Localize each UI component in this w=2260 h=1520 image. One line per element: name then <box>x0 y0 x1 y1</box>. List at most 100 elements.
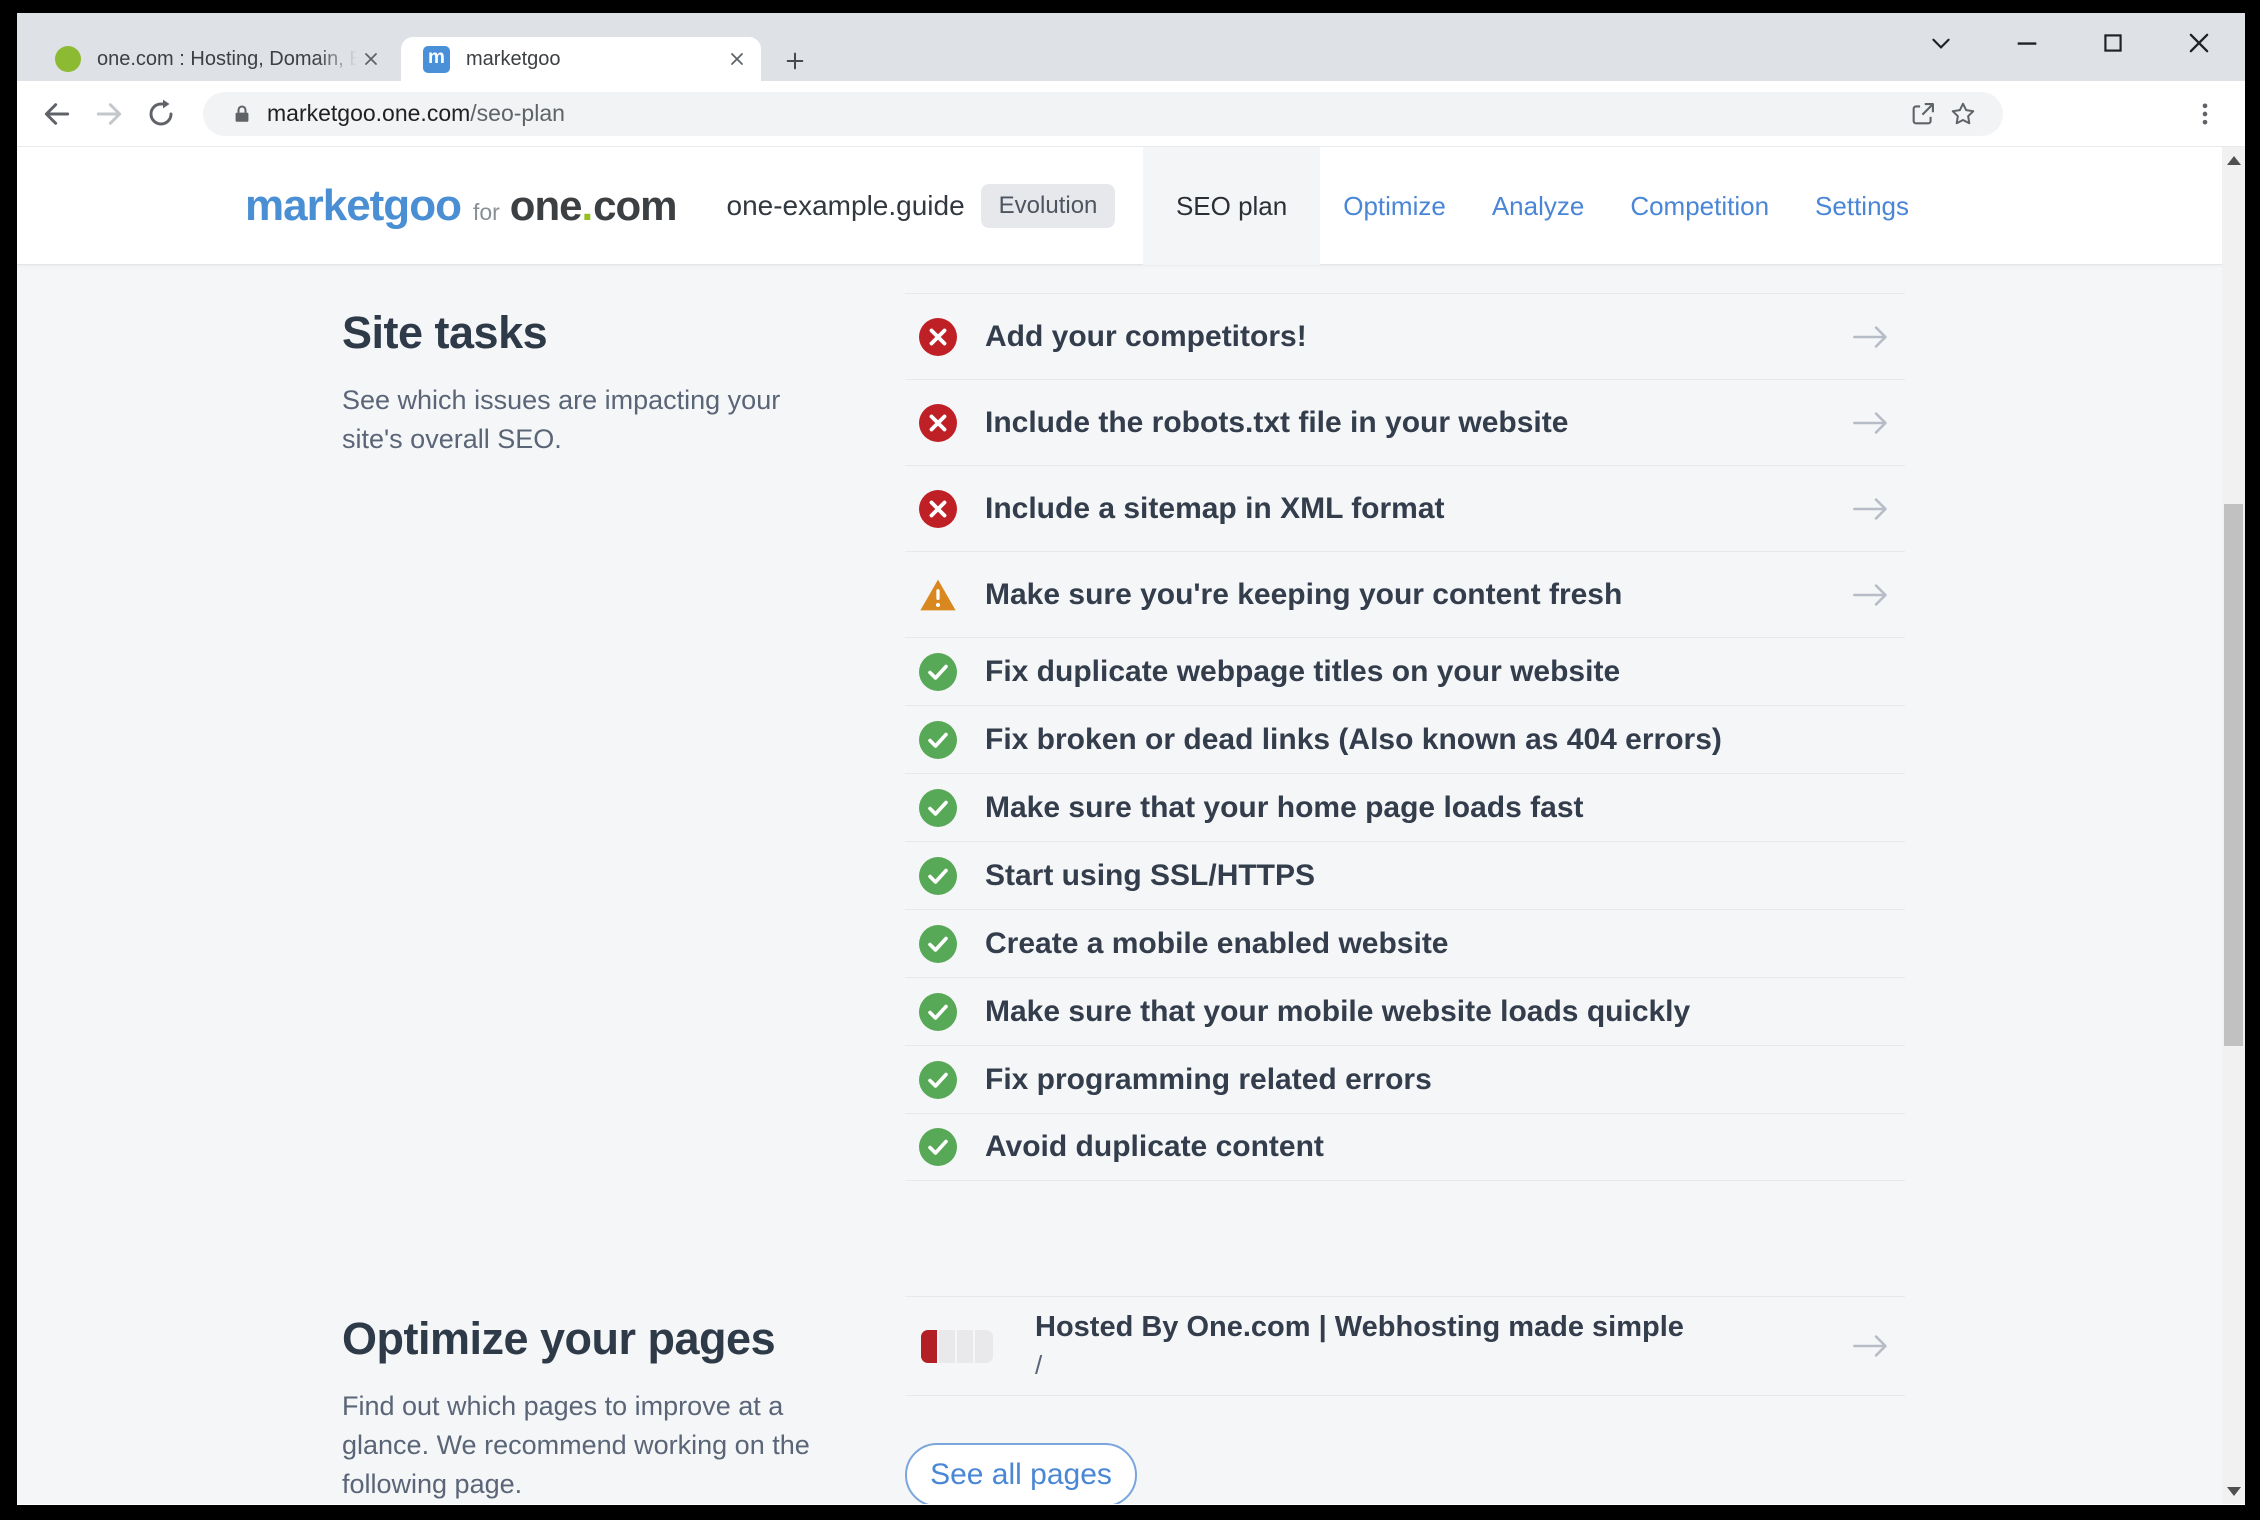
task-row[interactable]: Add your competitors! <box>905 293 1905 379</box>
check-icon <box>919 721 957 759</box>
task-label: Add your competitors! <box>985 320 1851 354</box>
check-icon <box>919 857 957 895</box>
task-row[interactable]: Include a sitemap in XML format <box>905 465 1905 551</box>
task-row: Fix broken or dead links (Also known as … <box>905 705 1905 773</box>
task-label: Include a sitemap in XML format <box>985 492 1851 526</box>
warning-icon <box>919 576 957 614</box>
arrow-right-icon[interactable] <box>1851 409 1891 437</box>
bookmark-star-icon[interactable] <box>1943 94 1983 134</box>
page-scrollbar[interactable] <box>2222 147 2245 1504</box>
back-button[interactable] <box>35 92 79 136</box>
nav-settings[interactable]: Settings <box>1792 147 1932 265</box>
browser-toolbar: marketgoo.one.com/seo-plan <box>17 81 2245 147</box>
see-all-pages-button[interactable]: See all pages <box>905 1443 1137 1504</box>
task-label: Make sure that your home page loads fast <box>985 791 1905 825</box>
scroll-up-icon[interactable] <box>2222 147 2245 173</box>
scrollbar-thumb[interactable] <box>2224 504 2243 1046</box>
maximize-button[interactable] <box>2093 23 2133 63</box>
tab-search-chevron-icon[interactable] <box>1921 23 1961 63</box>
site-tasks-list: Add your competitors! Include the robots.… <box>905 293 1905 1181</box>
score-segment <box>957 1330 975 1363</box>
page-path: / <box>1035 1350 1851 1381</box>
page-content: marketgoo for one.com one-example.guide … <box>17 147 2245 1504</box>
tab-close-icon[interactable] <box>357 45 385 73</box>
share-icon[interactable] <box>1903 94 1943 134</box>
site-name: one-example.guide <box>727 190 965 222</box>
pages-list: Hosted By One.com | Webhosting made simp… <box>905 1296 1905 1396</box>
error-icon <box>919 404 957 442</box>
tab-title: marketgoo <box>466 48 723 71</box>
task-label: Create a mobile enabled website <box>985 927 1905 961</box>
task-row: Make sure that your mobile website loads… <box>905 977 1905 1045</box>
tab-strip: one.com : Hosting, Domain, Emai m market… <box>17 13 2245 81</box>
task-label: Make sure that your mobile website loads… <box>985 995 1905 1029</box>
score-segment <box>921 1330 939 1363</box>
error-icon <box>919 490 957 528</box>
browser-window: one.com : Hosting, Domain, Emai m market… <box>17 13 2245 1505</box>
section-title: Optimize your pages <box>342 1313 852 1365</box>
task-label: Include the robots.txt file in your webs… <box>985 406 1851 440</box>
marketgoo-favicon-icon: m <box>423 46 450 73</box>
task-row: Create a mobile enabled website <box>905 909 1905 977</box>
site-tasks-description: Site tasks See which issues are impactin… <box>342 307 812 459</box>
score-segment <box>975 1330 993 1363</box>
arrow-right-icon[interactable] <box>1851 495 1891 523</box>
score-segment <box>939 1330 957 1363</box>
task-label: Start using SSL/HTTPS <box>985 859 1905 893</box>
arrow-right-icon[interactable] <box>1851 323 1891 351</box>
task-row: Fix programming related errors <box>905 1045 1905 1113</box>
task-row: Start using SSL/HTTPS <box>905 841 1905 909</box>
task-label: Avoid duplicate content <box>985 1130 1905 1164</box>
url-bar[interactable]: marketgoo.one.com/seo-plan <box>203 92 2003 136</box>
task-label: Fix duplicate webpage titles on your web… <box>985 655 1905 689</box>
check-icon <box>919 789 957 827</box>
arrow-right-icon[interactable] <box>1851 1332 1891 1360</box>
check-icon <box>919 925 957 963</box>
page-row[interactable]: Hosted By One.com | Webhosting made simp… <box>905 1296 1905 1396</box>
marketgoo-logo-text: marketgoo <box>245 181 461 231</box>
task-row[interactable]: Include the robots.txt file in your webs… <box>905 379 1905 465</box>
check-icon <box>919 1128 957 1166</box>
nav-analyze[interactable]: Analyze <box>1469 147 1608 265</box>
tab-marketgoo[interactable]: m marketgoo <box>401 37 761 81</box>
section-subtitle: Find out which pages to improve at a gla… <box>342 1387 852 1504</box>
plan-badge: Evolution <box>981 184 1116 228</box>
window-controls <box>1921 13 2235 73</box>
tab-onecom[interactable]: one.com : Hosting, Domain, Emai <box>33 37 395 81</box>
forward-button[interactable] <box>87 92 131 136</box>
error-icon <box>919 318 957 356</box>
check-icon <box>919 993 957 1031</box>
close-window-button[interactable] <box>2179 23 2219 63</box>
browser-menu-icon[interactable] <box>2185 94 2225 134</box>
new-tab-button[interactable] <box>779 45 811 77</box>
section-subtitle: See which issues are impacting your site… <box>342 381 812 459</box>
check-icon <box>919 1061 957 1099</box>
onecom-favicon-icon <box>55 46 81 72</box>
app-nav: SEO planOptimizeAnalyzeCompetitionSettin… <box>1143 147 1932 265</box>
task-row: Make sure that your home page loads fast <box>905 773 1905 841</box>
tab-title: one.com : Hosting, Domain, Emai <box>97 48 357 71</box>
scroll-down-icon[interactable] <box>2222 1478 2245 1504</box>
nav-competition[interactable]: Competition <box>1607 147 1792 265</box>
optimize-pages-description: Optimize your pages Find out which pages… <box>342 1313 852 1504</box>
task-row[interactable]: Make sure you're keeping your content fr… <box>905 551 1905 637</box>
task-row: Avoid duplicate content <box>905 1113 1905 1181</box>
task-label: Fix broken or dead links (Also known as … <box>985 723 1905 757</box>
onecom-green-dot: . <box>581 182 593 230</box>
reload-button[interactable] <box>139 92 183 136</box>
task-row: Fix duplicate webpage titles on your web… <box>905 637 1905 705</box>
lock-icon[interactable] <box>231 103 253 125</box>
task-label: Make sure you're keeping your content fr… <box>985 578 1851 612</box>
arrow-right-icon[interactable] <box>1851 581 1891 609</box>
marketgoo-onecom-logo: marketgoo for one.com <box>245 181 677 231</box>
app-header: marketgoo for one.com one-example.guide … <box>17 147 2222 265</box>
task-label: Fix programming related errors <box>985 1063 1905 1097</box>
section-title: Site tasks <box>342 307 812 359</box>
nav-seo-plan[interactable]: SEO plan <box>1143 147 1320 265</box>
page-title: Hosted By One.com | Webhosting made simp… <box>1035 1311 1851 1344</box>
tab-close-icon[interactable] <box>723 45 751 73</box>
minimize-button[interactable] <box>2007 23 2047 63</box>
nav-optimize[interactable]: Optimize <box>1320 147 1469 265</box>
check-icon <box>919 653 957 691</box>
url-text: marketgoo.one.com/seo-plan <box>267 100 565 127</box>
